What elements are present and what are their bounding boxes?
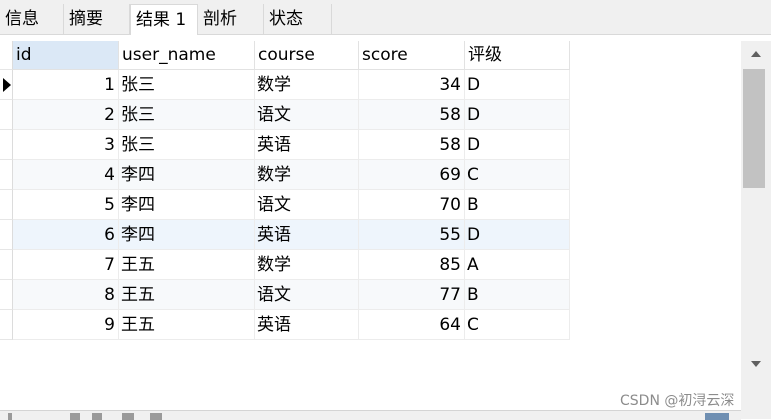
- cell-score[interactable]: 69: [359, 160, 465, 190]
- row-indicator[interactable]: [0, 250, 13, 280]
- tab-profile[interactable]: 剖析: [198, 4, 264, 34]
- row-indicator[interactable]: [0, 130, 13, 160]
- cell-course[interactable]: 语文: [255, 100, 359, 130]
- column-header-score[interactable]: score: [359, 41, 465, 70]
- row-indicator[interactable]: [0, 280, 13, 310]
- cell-id[interactable]: 1: [13, 70, 119, 100]
- cell-course[interactable]: 英语: [255, 130, 359, 160]
- tab-summary[interactable]: 摘要: [64, 4, 130, 34]
- cell-grade[interactable]: D: [465, 100, 570, 130]
- row-indicator[interactable]: [0, 310, 13, 340]
- cell-user-name[interactable]: 王五: [119, 310, 255, 340]
- cell-score[interactable]: 58: [359, 100, 465, 130]
- result-grid: id user_name course score 评级 1 张三 数学 34 D 2 张三…: [0, 41, 741, 419]
- scroll-down-arrow-icon[interactable]: [751, 361, 761, 367]
- cell-course[interactable]: 语文: [255, 280, 359, 310]
- cell-grade[interactable]: B: [465, 280, 570, 310]
- tab-status[interactable]: 状态: [264, 4, 332, 34]
- cell-id[interactable]: 6: [13, 220, 119, 250]
- cell-id[interactable]: 3: [13, 130, 119, 160]
- cell-id[interactable]: 5: [13, 190, 119, 220]
- column-header-grade[interactable]: 评级: [465, 41, 570, 70]
- cell-id[interactable]: 8: [13, 280, 119, 310]
- cell-course[interactable]: 英语: [255, 310, 359, 340]
- cell-course[interactable]: 数学: [255, 160, 359, 190]
- result-tabbar: 信息 摘要 结果 1 剖析 状态: [0, 0, 771, 35]
- cell-user-name[interactable]: 李四: [119, 160, 255, 190]
- cell-score[interactable]: 58: [359, 130, 465, 160]
- cell-id[interactable]: 9: [13, 310, 119, 340]
- cell-id[interactable]: 2: [13, 100, 119, 130]
- cell-score[interactable]: 64: [359, 310, 465, 340]
- cell-score[interactable]: 77: [359, 280, 465, 310]
- cell-id[interactable]: 7: [13, 250, 119, 280]
- column-header-user-name[interactable]: user_name: [119, 41, 255, 70]
- cell-course[interactable]: 数学: [255, 70, 359, 100]
- cell-user-name[interactable]: 张三: [119, 130, 255, 160]
- row-indicator[interactable]: [0, 220, 13, 250]
- column-header-course[interactable]: course: [255, 41, 359, 70]
- cell-grade[interactable]: A: [465, 250, 570, 280]
- cell-score[interactable]: 34: [359, 70, 465, 100]
- cell-course[interactable]: 英语: [255, 220, 359, 250]
- cell-user-name[interactable]: 张三: [119, 70, 255, 100]
- row-indicator[interactable]: [0, 100, 13, 130]
- tab-info[interactable]: 信息: [0, 4, 64, 34]
- cell-course[interactable]: 数学: [255, 250, 359, 280]
- cell-course[interactable]: 语文: [255, 190, 359, 220]
- cell-score[interactable]: 70: [359, 190, 465, 220]
- cell-user-name[interactable]: 李四: [119, 220, 255, 250]
- row-indicator[interactable]: [0, 160, 13, 190]
- cell-id[interactable]: 4: [13, 160, 119, 190]
- cell-score[interactable]: 85: [359, 250, 465, 280]
- cell-grade[interactable]: D: [465, 70, 570, 100]
- tab-result-1[interactable]: 结果 1: [130, 4, 198, 35]
- cell-score[interactable]: 55: [359, 220, 465, 250]
- vertical-scrollbar[interactable]: [741, 41, 771, 419]
- scrollbar-thumb[interactable]: [743, 69, 765, 188]
- cell-grade[interactable]: D: [465, 130, 570, 160]
- column-header-id[interactable]: id: [13, 41, 119, 70]
- cell-user-name[interactable]: 王五: [119, 280, 255, 310]
- current-row-arrow-icon: [3, 78, 11, 92]
- cell-grade[interactable]: C: [465, 160, 570, 190]
- cell-user-name[interactable]: 李四: [119, 190, 255, 220]
- watermark: CSDN @初浔云深: [620, 393, 735, 409]
- cell-grade[interactable]: D: [465, 220, 570, 250]
- row-indicator[interactable]: [0, 190, 13, 220]
- header-row-indicator: [0, 41, 13, 70]
- scroll-up-arrow-icon[interactable]: [751, 51, 761, 57]
- cell-user-name[interactable]: 王五: [119, 250, 255, 280]
- cell-user-name[interactable]: 张三: [119, 100, 255, 130]
- cell-grade[interactable]: C: [465, 310, 570, 340]
- cell-grade[interactable]: B: [465, 190, 570, 220]
